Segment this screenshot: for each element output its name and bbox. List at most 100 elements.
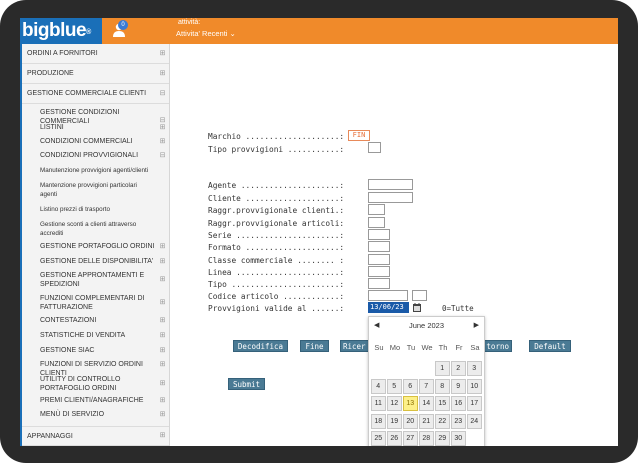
sidebar-item-mantenzione-provvigioni-particolari[interactable]: Mantenzione provvigioni particolari agen… <box>22 182 169 199</box>
expand-icon[interactable]: ⊞ <box>159 138 166 145</box>
activity-dropdown[interactable]: Attivita' Recenti ⌄ <box>176 29 236 38</box>
expand-icon[interactable]: ⊞ <box>159 332 166 339</box>
calendar-day[interactable]: 18 <box>371 413 386 429</box>
date-field[interactable]: 13/06/23 <box>368 302 409 313</box>
calendar-day[interactable]: 6 <box>403 378 418 394</box>
sidebar-item-manutenzione-provvigioni[interactable]: Manutenzione provvigioni agenti/clienti <box>22 167 169 177</box>
calendar-day[interactable]: 24 <box>467 413 482 429</box>
sidebar-item-gestione-sconti[interactable]: Gestione sconti a clienti attraverso acc… <box>22 221 169 238</box>
codice-articolo-extra-field[interactable] <box>412 290 427 301</box>
expand-icon[interactable]: ⊞ <box>159 70 166 77</box>
sidebar-item-condizioni-provvigionali[interactable]: CONDIZIONI PROVVIGIONALI ⊟ <box>22 151 169 161</box>
brand-logo[interactable]: bigblue® <box>20 18 102 44</box>
sidebar-item-listino-trasporto[interactable]: Listino prezzi di trasporto <box>22 206 169 216</box>
ritorno-button[interactable]: torno <box>482 340 512 352</box>
sidebar-item-disponibilita[interactable]: GESTIONE DELLE DISPONIBILITA' ⊞ <box>22 257 169 267</box>
sidebar-item-gestione-condizioni[interactable]: GESTIONE CONDIZIONI COMMERCIALI ⊟ <box>22 108 169 125</box>
calendar-day[interactable]: 21 <box>419 413 434 429</box>
sidebar-item-siac[interactable]: GESTIONE SIAC ⊞ <box>22 346 169 356</box>
collapse-icon[interactable]: ⊟ <box>159 152 166 159</box>
calendar-day[interactable]: 22 <box>435 413 450 429</box>
ricerca-button[interactable]: Ricer <box>340 340 370 352</box>
sidebar-item-statistiche[interactable]: STATISTICHE DI VENDITA ⊞ <box>22 331 169 341</box>
sidebar-item-approntamenti[interactable]: GESTIONE APPRONTAMENTI E SPEDIZIONI ⊞ <box>22 271 169 289</box>
calendar-icon[interactable] <box>413 303 421 312</box>
calendar-day[interactable]: 2 <box>451 361 466 376</box>
expand-icon[interactable]: ⊞ <box>159 397 166 404</box>
top-bar: bigblue® 0 attività: Attivita' Recenti ⌄ <box>20 18 618 44</box>
calendar-day[interactable]: 3 <box>467 361 482 376</box>
calendar-day[interactable]: 8 <box>435 378 450 394</box>
calendar-day[interactable]: 15 <box>435 396 450 411</box>
calendar-day[interactable]: 11 <box>371 396 386 411</box>
linea-field[interactable] <box>368 266 390 277</box>
expand-icon[interactable]: ⊞ <box>159 317 166 324</box>
expand-icon[interactable]: ⊞ <box>159 432 166 439</box>
sidebar-item-label: CONDIZIONI COMMERCIALI <box>40 138 133 145</box>
sidebar-item-ordini-fornitori[interactable]: ORDINI A FORNITORI ⊞ <box>22 44 169 64</box>
serie-field[interactable] <box>368 229 390 240</box>
marchio-field[interactable]: FIN <box>348 130 370 141</box>
sidebar-item-contestazioni[interactable]: CONTESTAZIONI ⊞ <box>22 316 169 326</box>
classe-commerciale-field[interactable] <box>368 254 390 265</box>
expand-icon[interactable]: ⊞ <box>159 411 166 418</box>
expand-icon[interactable]: ⊞ <box>159 380 166 387</box>
submit-button[interactable]: Submit <box>228 378 265 390</box>
expand-icon[interactable]: ⊞ <box>159 243 166 250</box>
fine-button[interactable]: Fine <box>300 340 329 352</box>
sidebar-item-produzione[interactable]: PRODUZIONE ⊞ <box>22 64 169 84</box>
formato-field[interactable] <box>368 241 390 252</box>
raggr-clienti-field[interactable] <box>368 204 385 215</box>
sidebar-item-condizioni-commerciali[interactable]: CONDIZIONI COMMERCIALI ⊞ <box>22 137 169 147</box>
sidebar-item-premi-clienti[interactable]: PREMI CLIENTI/ANAGRAFICHE ⊞ <box>22 396 169 406</box>
tipo-field[interactable] <box>368 278 390 289</box>
agente-field[interactable] <box>368 179 413 190</box>
decodifica-button[interactable]: Decodifica <box>233 340 288 352</box>
sidebar-item-utility-portafoglio[interactable]: UTILITY DI CONTROLLO PORTAFOGLIO ORDINI … <box>22 375 169 393</box>
sidebar-item-listini[interactable]: LISTINI ⊞ <box>22 123 169 133</box>
calendar-day[interactable]: 27 <box>403 431 418 446</box>
calendar-day[interactable]: 17 <box>467 396 482 411</box>
calendar-day[interactable]: 30 <box>451 431 466 446</box>
expand-icon[interactable]: ⊞ <box>159 299 166 306</box>
calendar-day[interactable]: 29 <box>435 431 450 446</box>
calendar-day[interactable]: 7 <box>419 378 434 394</box>
calendar-day[interactable]: 5 <box>387 378 402 394</box>
raggr-articoli-field[interactable] <box>368 217 385 228</box>
next-month-icon[interactable]: ▶ <box>474 321 479 329</box>
calendar-day[interactable]: 12 <box>387 396 402 411</box>
sidebar-item-portafoglio-ordini[interactable]: GESTIONE PORTAFOGLIO ORDINI ⊞ <box>22 242 169 252</box>
default-button[interactable]: Default <box>529 340 571 352</box>
calendar-day[interactable]: 23 <box>451 413 466 429</box>
expand-icon[interactable]: ⊞ <box>159 258 166 265</box>
expand-icon[interactable]: ⊞ <box>159 276 166 283</box>
sidebar-item-menu-servizio[interactable]: MENÙ DI SERVIZIO ⊞ <box>22 410 169 420</box>
cliente-field[interactable] <box>368 192 413 203</box>
calendar-day[interactable]: 13 <box>403 396 418 411</box>
sidebar-item-appannaggi[interactable]: APPANNAGGI ⊞ <box>22 426 169 446</box>
calendar-day[interactable]: 20 <box>403 413 418 429</box>
expand-icon[interactable]: ⊞ <box>159 361 166 368</box>
calendar-day[interactable]: 10 <box>467 378 482 394</box>
main-content: Marchio ....................: FIN Tipo p… <box>170 44 618 446</box>
calendar-day[interactable]: 25 <box>371 431 386 446</box>
expand-icon[interactable]: ⊞ <box>159 50 166 57</box>
collapse-icon[interactable]: ⊟ <box>159 90 166 97</box>
calendar-day[interactable]: 9 <box>451 378 466 394</box>
calendar-day[interactable]: 26 <box>387 431 402 446</box>
calendar-day[interactable]: 28 <box>419 431 434 446</box>
calendar-day[interactable]: 4 <box>371 378 386 394</box>
codice-articolo-field[interactable] <box>368 290 408 301</box>
calendar-day[interactable]: 1 <box>435 361 450 376</box>
tipo-provvigioni-field[interactable] <box>368 142 381 153</box>
calendar-day[interactable]: 14 <box>419 396 434 411</box>
expand-icon[interactable]: ⊞ <box>159 124 166 131</box>
expand-icon[interactable]: ⊞ <box>159 347 166 354</box>
sidebar-item-servizio-ordini[interactable]: FUNZIONI DI SERVIZIO ORDINI CLIENTI ⊞ <box>22 360 169 377</box>
sidebar-item-fatturazione[interactable]: FUNZIONI COMPLEMENTARI DI FATTURAZIONE ⊞ <box>22 294 169 312</box>
sidebar-item-gestione-commerciale[interactable]: GESTIONE COMMERCIALE CLIENTI ⊟ <box>22 84 169 104</box>
sidebar-item-label: APPANNAGGI <box>27 433 73 440</box>
calendar-day[interactable]: 16 <box>451 396 466 411</box>
dow-label: Sa <box>470 343 480 352</box>
calendar-day[interactable]: 19 <box>387 413 402 429</box>
